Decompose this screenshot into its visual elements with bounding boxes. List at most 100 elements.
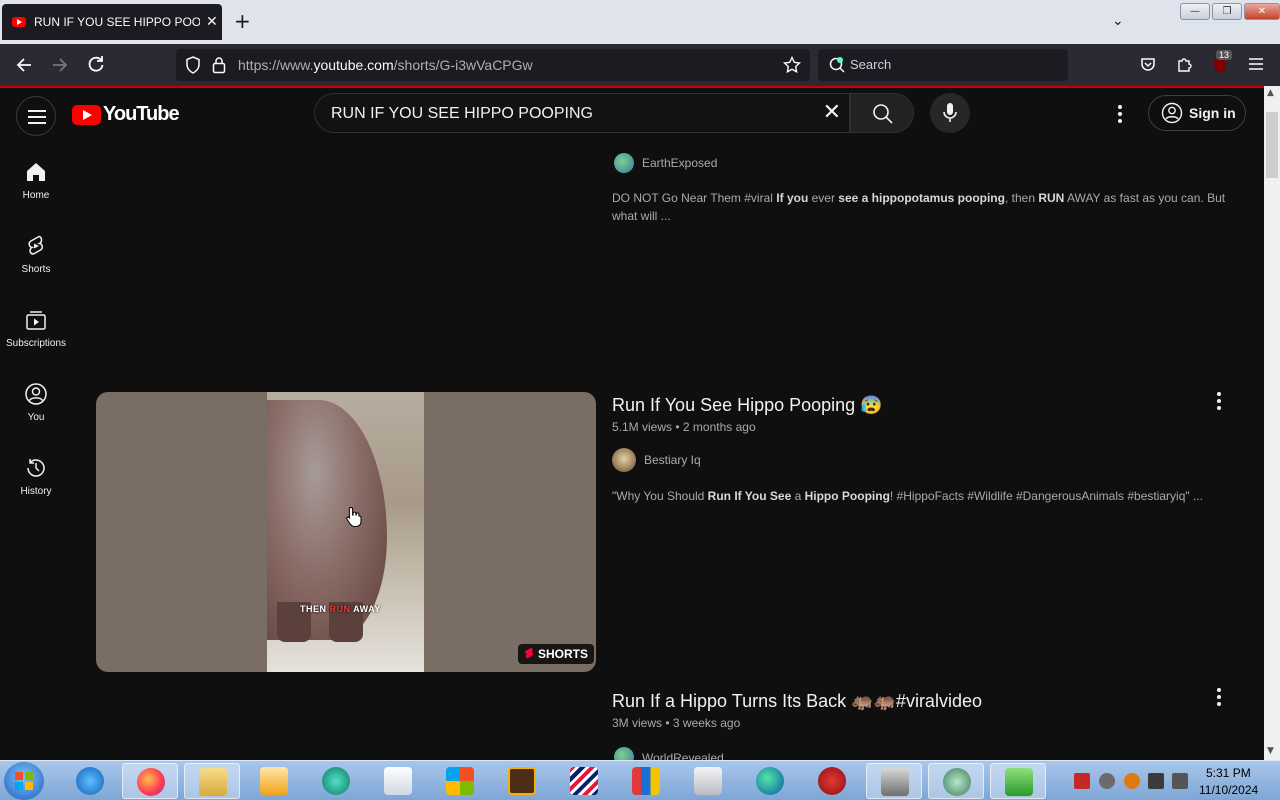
taskbar-app-gray[interactable] xyxy=(680,763,736,799)
lock-icon[interactable] xyxy=(212,56,226,79)
browser-tab-active[interactable]: RUN IF YOU SEE HIPPO POOPIN ✕ xyxy=(2,4,222,40)
taskbar-downloads[interactable] xyxy=(990,763,1046,799)
list-all-tabs-button[interactable]: ⌄ xyxy=(1112,13,1124,29)
youtube-masthead: YouTube RUN IF YOU SEE HIPPO POOPING ✕ S… xyxy=(0,88,1264,140)
url-text[interactable]: https://www.youtube.com/shorts/G-i3wVaCP… xyxy=(238,57,533,73)
start-button[interactable] xyxy=(4,762,44,800)
voice-search-button[interactable] xyxy=(930,93,970,133)
windows-logo-icon xyxy=(15,772,33,790)
forward-arrow-icon[interactable] xyxy=(51,44,69,86)
guide-label: You xyxy=(27,412,45,423)
channel-avatar[interactable] xyxy=(614,747,634,760)
guide-label: History xyxy=(20,486,52,497)
taskbar-shopping[interactable] xyxy=(618,763,674,799)
internet-explorer-icon xyxy=(76,767,104,795)
shorts-badge-label: SHORTS xyxy=(538,647,589,661)
close-window-button[interactable]: ✕ xyxy=(1244,3,1280,20)
chat-app-icon xyxy=(322,767,350,795)
taskbar-internet-explorer[interactable] xyxy=(62,763,118,799)
video-metadata: 3M views • 3 weeks ago xyxy=(612,716,741,730)
bookmark-star-icon[interactable] xyxy=(782,55,802,79)
reload-icon[interactable] xyxy=(87,44,105,86)
scrollbar-thumb[interactable] xyxy=(1266,112,1278,178)
tray-volume-muted-icon[interactable] xyxy=(1172,773,1188,789)
taskbar-app-teal[interactable] xyxy=(308,763,364,799)
hand-cursor-icon xyxy=(346,506,362,527)
taskbar-file-explorer[interactable] xyxy=(184,763,240,799)
tray-display-icon[interactable] xyxy=(1148,773,1164,789)
taskbar-ups[interactable] xyxy=(494,763,550,799)
channel-avatar[interactable] xyxy=(614,153,634,173)
windows-taskbar: 5:31 PM 11/10/2024 xyxy=(0,760,1280,800)
taskbar-edge[interactable] xyxy=(742,763,798,799)
video-title[interactable]: Run If You See Hippo Pooping 😰 xyxy=(612,395,883,416)
folder-icon xyxy=(199,768,227,796)
tray-adobe-icon[interactable] xyxy=(1074,773,1090,789)
youtube-favicon-icon xyxy=(12,17,26,27)
network-app-icon xyxy=(943,768,971,796)
channel-name[interactable]: EarthExposed xyxy=(642,156,717,170)
video-title[interactable]: Run If a Hippo Turns Its Back 🦛🦛#viralvi… xyxy=(612,691,982,712)
video-thumbnail[interactable]: THEN RUN AWAY SHORTS xyxy=(96,392,596,672)
scroll-up-arrow-icon[interactable]: ▲ xyxy=(1267,88,1274,98)
youtube-search-button[interactable] xyxy=(850,93,914,133)
taskbar-app-printer[interactable] xyxy=(866,763,922,799)
extensions-icon[interactable] xyxy=(1176,56,1192,77)
search-placeholder: Search xyxy=(850,57,892,72)
restore-button[interactable]: ❐ xyxy=(1212,3,1242,20)
clock-time[interactable]: 5:31 PM xyxy=(1206,766,1251,780)
logo-text: YouTube xyxy=(103,103,180,125)
clear-search-icon[interactable]: ✕ xyxy=(823,100,841,125)
edge-icon xyxy=(756,767,784,795)
taskbar-video-app[interactable] xyxy=(370,763,426,799)
video-action-menu-icon[interactable] xyxy=(1207,685,1231,709)
channel-link[interactable]: WorldRevealed xyxy=(614,747,724,760)
guide-item-shorts[interactable]: Shorts xyxy=(0,214,72,288)
scroll-down-arrow-icon[interactable]: ▼ xyxy=(1267,746,1274,756)
guide-item-you[interactable]: You xyxy=(0,362,72,436)
taskbar-app-network[interactable] xyxy=(928,763,984,799)
printer-icon xyxy=(881,768,909,796)
taskbar-microsoft-store[interactable] xyxy=(432,763,488,799)
pocket-icon[interactable] xyxy=(1140,56,1156,77)
taskbar-angry-birds[interactable] xyxy=(804,763,860,799)
channel-name[interactable]: WorldRevealed xyxy=(642,751,724,760)
search-engine-icon xyxy=(828,56,846,79)
taskbar-bank-of-america[interactable] xyxy=(556,763,612,799)
minimize-button[interactable]: — xyxy=(1180,3,1210,20)
taskbar-firefox[interactable] xyxy=(122,763,178,799)
guide-item-home[interactable]: Home xyxy=(0,140,72,214)
clock-date[interactable]: 11/10/2024 xyxy=(1199,783,1258,797)
shopping-bag-icon xyxy=(632,767,660,795)
browser-search-bar[interactable]: Search xyxy=(818,49,1068,81)
account-icon xyxy=(1161,102,1183,124)
channel-avatar[interactable] xyxy=(612,448,636,472)
shorts-icon xyxy=(525,648,534,659)
back-arrow-icon[interactable] xyxy=(15,44,33,86)
guide-menu-button[interactable] xyxy=(16,96,56,136)
tray-network-icon[interactable] xyxy=(1099,773,1115,789)
app-menu-icon[interactable] xyxy=(1248,57,1264,76)
video-snippet: DO NOT Go Near Them #viral If you ever s… xyxy=(612,191,1226,223)
tray-search-icon[interactable] xyxy=(1124,773,1140,789)
tab-close-icon[interactable]: ✕ xyxy=(206,14,218,30)
channel-name[interactable]: Bestiary Iq xyxy=(644,453,701,467)
page-scrollbar[interactable]: ▲ ▼ xyxy=(1264,86,1280,760)
taskbar-media-player[interactable] xyxy=(246,763,302,799)
settings-more-icon[interactable] xyxy=(1108,102,1132,126)
download-icon xyxy=(1005,768,1033,796)
channel-link[interactable]: Bestiary Iq xyxy=(612,448,701,472)
url-bar[interactable]: https://www.youtube.com/shorts/G-i3wVaCP… xyxy=(176,49,810,81)
new-tab-button[interactable]: + xyxy=(234,11,251,31)
youtube-logo[interactable]: YouTube xyxy=(72,103,180,126)
video-action-menu-icon[interactable] xyxy=(1207,389,1231,413)
guide-item-history[interactable]: History xyxy=(0,436,72,510)
sign-in-button[interactable]: Sign in xyxy=(1148,95,1246,131)
youtube-search-input[interactable]: RUN IF YOU SEE HIPPO POOPING ✕ xyxy=(314,93,850,133)
channel-link[interactable]: EarthExposed xyxy=(614,153,717,173)
browser-tab-strip: RUN IF YOU SEE HIPPO POOPIN ✕ + ⌄ — ❐ ✕ xyxy=(0,0,1280,44)
search-icon xyxy=(873,104,893,124)
guide-item-subscriptions[interactable]: Subscriptions xyxy=(0,288,72,362)
video-caption: THEN RUN AWAY xyxy=(300,604,381,614)
tracking-protection-icon[interactable] xyxy=(185,56,201,79)
